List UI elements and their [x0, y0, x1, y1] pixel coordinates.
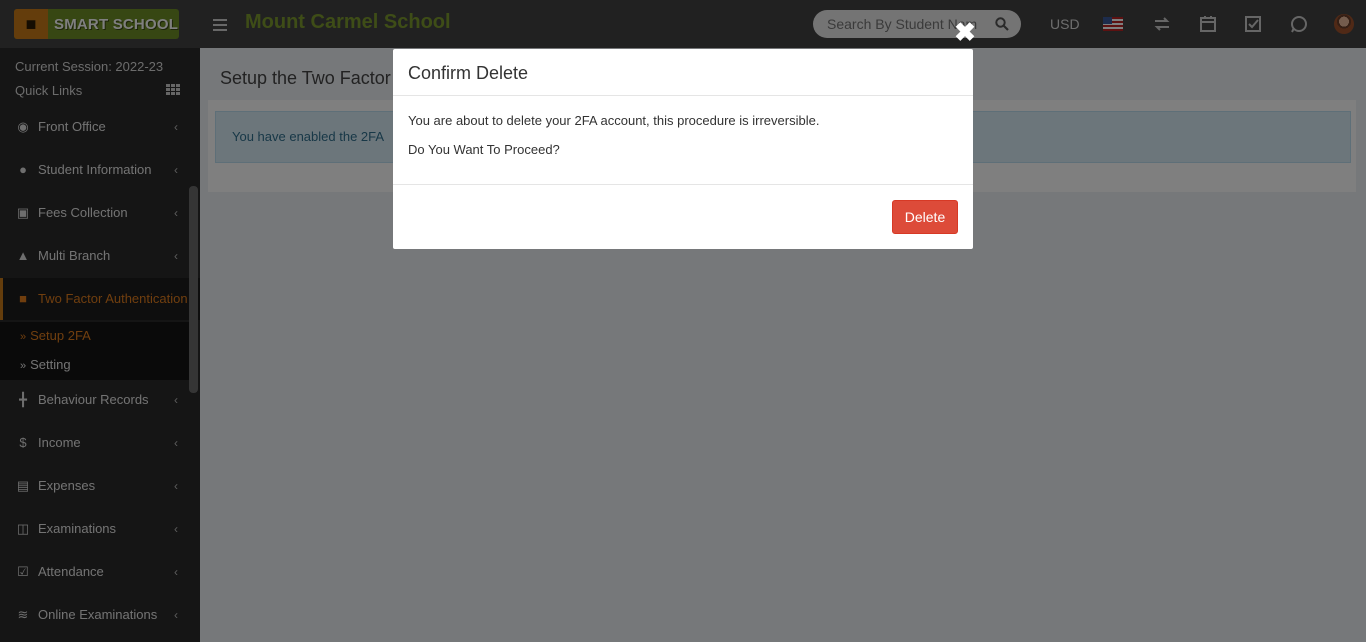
confirm-delete-modal: Confirm Delete You are about to delete y… — [393, 49, 973, 249]
delete-button[interactable]: Delete — [892, 200, 958, 234]
modal-divider — [393, 184, 973, 185]
modal-question-text: Do You Want To Proceed? — [408, 142, 560, 157]
modal-warning-text: You are about to delete your 2FA account… — [408, 113, 820, 128]
modal-title: Confirm Delete — [408, 63, 529, 83]
modal-divider — [393, 95, 973, 96]
close-icon[interactable]: ✖ — [953, 19, 977, 45]
